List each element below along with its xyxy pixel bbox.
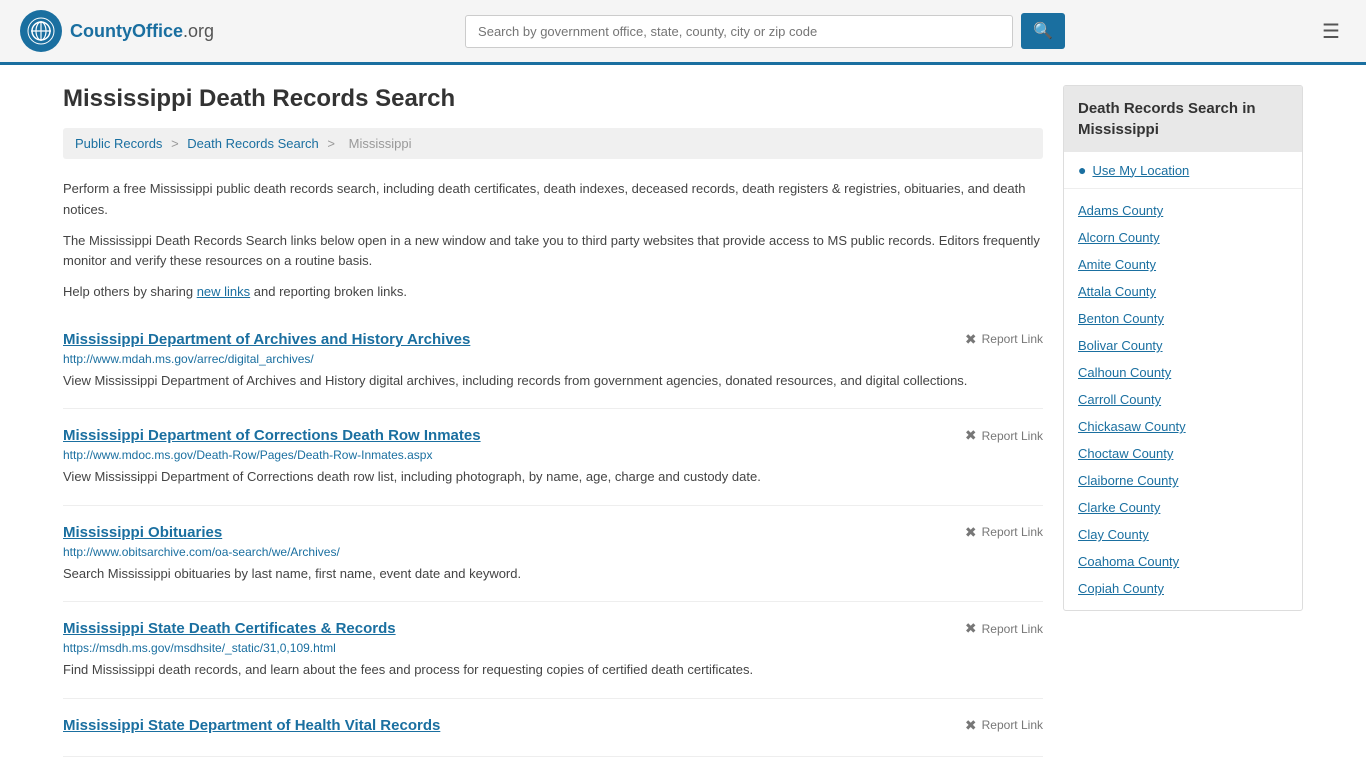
county-item-10[interactable]: Claiborne County: [1064, 467, 1302, 494]
county-item-4[interactable]: Benton County: [1064, 305, 1302, 332]
result-desc-3: Find Mississippi death records, and lear…: [63, 660, 1043, 680]
county-item-7[interactable]: Carroll County: [1064, 386, 1302, 413]
use-my-location-link[interactable]: Use My Location: [1092, 163, 1189, 178]
report-icon-1: ✖: [965, 427, 977, 444]
county-item-14[interactable]: Copiah County: [1064, 575, 1302, 602]
breadcrumb-sep-2: >: [327, 136, 338, 151]
county-item-8[interactable]: Chickasaw County: [1064, 413, 1302, 440]
report-link-1[interactable]: ✖ Report Link: [965, 427, 1043, 444]
intro-text-after: and reporting broken links.: [250, 284, 407, 299]
logo-area: CountyOffice.org: [20, 10, 214, 52]
result-title-0[interactable]: Mississippi Department of Archives and H…: [63, 331, 470, 348]
search-icon: 🔍: [1033, 23, 1053, 40]
county-item-6[interactable]: Calhoun County: [1064, 359, 1302, 386]
county-list: Adams CountyAlcorn CountyAmite CountyAtt…: [1064, 189, 1302, 610]
menu-button[interactable]: ☰: [1316, 13, 1346, 50]
report-link-3[interactable]: ✖ Report Link: [965, 620, 1043, 637]
county-item-12[interactable]: Clay County: [1064, 521, 1302, 548]
result-url-3[interactable]: https://msdh.ms.gov/msdhsite/_static/31,…: [63, 641, 1043, 655]
result-url-1[interactable]: http://www.mdoc.ms.gov/Death-Row/Pages/D…: [63, 448, 1043, 462]
result-entry: Mississippi State Death Certificates & R…: [63, 602, 1043, 699]
sidebar-title: Death Records Search in Mississippi: [1064, 86, 1302, 152]
result-url-2[interactable]: http://www.obitsarchive.com/oa-search/we…: [63, 545, 1043, 559]
sidebar: Death Records Search in Mississippi ● Us…: [1063, 85, 1303, 757]
breadcrumb-sep-1: >: [171, 136, 182, 151]
new-links-link[interactable]: new links: [197, 284, 250, 299]
result-entry: Mississippi Department of Corrections De…: [63, 409, 1043, 506]
result-entry: Mississippi Obituaries ✖ Report Link htt…: [63, 506, 1043, 603]
breadcrumb-mississippi: Mississippi: [349, 136, 412, 151]
result-header: Mississippi State Death Certificates & R…: [63, 620, 1043, 637]
header: CountyOffice.org 🔍 ☰: [0, 0, 1366, 65]
result-entry: Mississippi State Department of Health V…: [63, 699, 1043, 757]
hamburger-icon: ☰: [1322, 21, 1340, 43]
intro-paragraph-1: Perform a free Mississippi public death …: [63, 179, 1043, 221]
result-title-3[interactable]: Mississippi State Death Certificates & R…: [63, 620, 396, 637]
report-link-2[interactable]: ✖ Report Link: [965, 524, 1043, 541]
county-item-3[interactable]: Attala County: [1064, 278, 1302, 305]
result-desc-2: Search Mississippi obituaries by last na…: [63, 564, 1043, 584]
result-desc-0: View Mississippi Department of Archives …: [63, 371, 1043, 391]
county-item-11[interactable]: Clarke County: [1064, 494, 1302, 521]
main-container: Mississippi Death Records Search Public …: [43, 65, 1323, 777]
report-icon-2: ✖: [965, 524, 977, 541]
county-item-2[interactable]: Amite County: [1064, 251, 1302, 278]
page-title: Mississippi Death Records Search: [63, 85, 1043, 113]
county-item-5[interactable]: Bolivar County: [1064, 332, 1302, 359]
result-entry: Mississippi Department of Archives and H…: [63, 313, 1043, 410]
location-icon: ●: [1078, 162, 1086, 178]
logo-icon: [20, 10, 62, 52]
result-header: Mississippi State Department of Health V…: [63, 717, 1043, 734]
breadcrumb-death-records[interactable]: Death Records Search: [187, 136, 319, 151]
result-title-1[interactable]: Mississippi Department of Corrections De…: [63, 427, 481, 444]
logo-text[interactable]: CountyOffice.org: [70, 21, 214, 42]
result-header: Mississippi Department of Archives and H…: [63, 331, 1043, 348]
report-icon-4: ✖: [965, 717, 977, 734]
search-button[interactable]: 🔍: [1021, 13, 1065, 49]
result-desc-1: View Mississippi Department of Correctio…: [63, 467, 1043, 487]
result-title-2[interactable]: Mississippi Obituaries: [63, 524, 222, 541]
result-header: Mississippi Obituaries ✖ Report Link: [63, 524, 1043, 541]
sidebar-location: ● Use My Location: [1064, 152, 1302, 189]
breadcrumb-public-records[interactable]: Public Records: [75, 136, 162, 151]
search-bar-area: 🔍: [465, 13, 1065, 49]
result-header: Mississippi Department of Corrections De…: [63, 427, 1043, 444]
report-icon-0: ✖: [965, 331, 977, 348]
result-title-4[interactable]: Mississippi State Department of Health V…: [63, 717, 440, 734]
county-item-0[interactable]: Adams County: [1064, 197, 1302, 224]
search-input[interactable]: [465, 15, 1013, 48]
report-link-4[interactable]: ✖ Report Link: [965, 717, 1043, 734]
intro-paragraph-2: The Mississippi Death Records Search lin…: [63, 231, 1043, 273]
result-url-0[interactable]: http://www.mdah.ms.gov/arrec/digital_arc…: [63, 352, 1043, 366]
sidebar-box: Death Records Search in Mississippi ● Us…: [1063, 85, 1303, 611]
county-item-13[interactable]: Coahoma County: [1064, 548, 1302, 575]
intro-paragraph-3: Help others by sharing new links and rep…: [63, 282, 1043, 303]
county-item-9[interactable]: Choctaw County: [1064, 440, 1302, 467]
report-icon-3: ✖: [965, 620, 977, 637]
county-item-1[interactable]: Alcorn County: [1064, 224, 1302, 251]
results-container: Mississippi Department of Archives and H…: [63, 313, 1043, 757]
content-area: Mississippi Death Records Search Public …: [63, 85, 1043, 757]
breadcrumb: Public Records > Death Records Search > …: [63, 128, 1043, 159]
intro-text-before: Help others by sharing: [63, 284, 197, 299]
report-link-0[interactable]: ✖ Report Link: [965, 331, 1043, 348]
header-right: ☰: [1316, 13, 1346, 50]
